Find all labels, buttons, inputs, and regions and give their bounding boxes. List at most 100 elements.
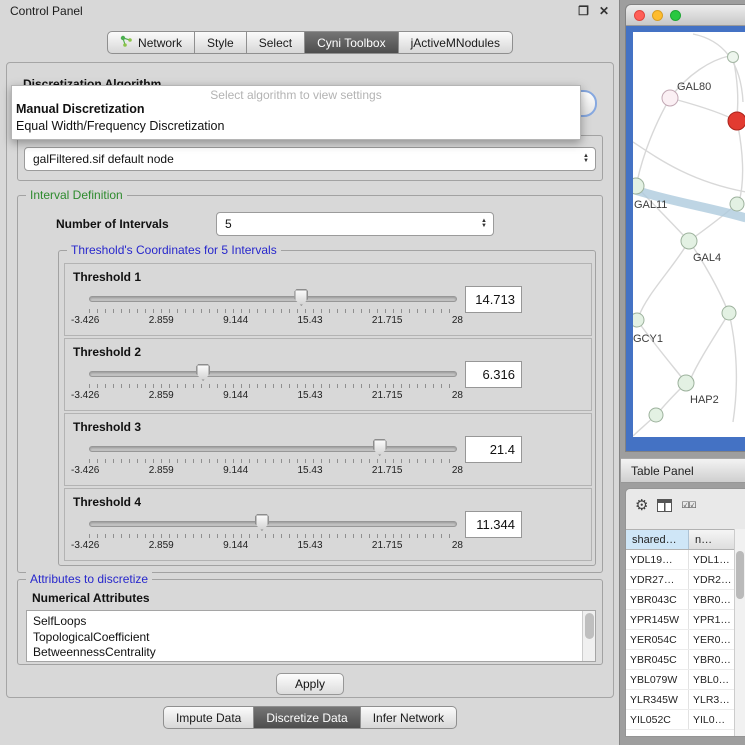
threshold-value-field[interactable]: 21.4: [465, 436, 522, 463]
close-window-icon[interactable]: ✕: [599, 4, 609, 18]
threshold-slider-3[interactable]: [89, 440, 457, 458]
cell[interactable]: YER0…: [689, 630, 734, 649]
cell[interactable]: YBR045C: [626, 650, 689, 669]
attribute-item[interactable]: SelfLoops: [33, 614, 595, 630]
slider-track[interactable]: [89, 521, 457, 527]
network-node[interactable]: [722, 306, 736, 320]
slider-scale: -3.426 2.859 9.144 15.43 21.715 28: [71, 390, 463, 401]
threshold-value-field[interactable]: 11.344: [465, 511, 522, 538]
node-label-gcy1: GCY1: [633, 333, 663, 345]
attributes-listbox[interactable]: SelfLoops TopologicalCoefficient Between…: [26, 610, 596, 662]
table-data-group: Table Data galFiltered.sif default node …: [17, 135, 603, 181]
cell[interactable]: YIL052C: [626, 710, 689, 729]
tab-style[interactable]: Style: [195, 31, 247, 54]
table-row[interactable]: YIL052C YIL0…: [626, 710, 734, 730]
tab-cyni-toolbox[interactable]: Cyni Toolbox: [305, 31, 398, 54]
tab-discretize-data[interactable]: Discretize Data: [254, 706, 360, 729]
cell[interactable]: YDR2…: [689, 570, 734, 589]
slider-thumb[interactable]: [196, 364, 210, 381]
table-data-value: galFiltered.sif default node: [25, 152, 583, 166]
algorithm-option-equal-width[interactable]: Equal Width/Frequency Discretization: [16, 119, 224, 133]
tab-infer-network[interactable]: Infer Network: [361, 706, 457, 729]
scrollbar-thumb[interactable]: [585, 613, 594, 639]
cell[interactable]: YBR0…: [689, 650, 734, 669]
gear-icon[interactable]: ⚙: [635, 496, 648, 514]
table-row[interactable]: YPR145W YPR1…: [626, 610, 734, 630]
table-row[interactable]: YDR27… YDR2…: [626, 570, 734, 590]
slider-thumb[interactable]: [294, 289, 308, 306]
attributes-scrollbar[interactable]: [582, 611, 595, 661]
mac-close-icon[interactable]: [634, 10, 645, 21]
slider-ticks: [89, 534, 457, 538]
tab-jactivemodules[interactable]: jActiveMNodules: [399, 31, 513, 54]
stepper-arrows-icon[interactable]: ▲▼: [481, 219, 487, 229]
network-node-gal11[interactable]: [633, 178, 644, 194]
network-node-gcy1[interactable]: [633, 313, 644, 327]
attributes-group: Attributes to discretize Numerical Attri…: [17, 579, 603, 665]
tab-network[interactable]: Network: [107, 31, 195, 54]
thresholds-group-title: Threshold's Coordinates for 5 Intervals: [67, 243, 281, 257]
network-node[interactable]: [730, 197, 744, 211]
scrollbar-thumb[interactable]: [736, 551, 744, 599]
slider-ticks: [89, 459, 457, 463]
cell[interactable]: YLR3…: [689, 690, 734, 709]
cell[interactable]: YLR345W: [626, 690, 689, 709]
slider-thumb[interactable]: [373, 439, 387, 456]
cell[interactable]: YDL1…: [689, 550, 734, 569]
slider-track[interactable]: [89, 446, 457, 452]
threshold-value-field[interactable]: 6.316: [465, 361, 522, 388]
table-row[interactable]: YER054C YER0…: [626, 630, 734, 650]
threshold-slider-4[interactable]: [89, 515, 457, 533]
interval-definition-title: Interval Definition: [26, 188, 127, 202]
cell[interactable]: YBR043C: [626, 590, 689, 609]
table-row[interactable]: YDL19… YDL1…: [626, 550, 734, 570]
cell[interactable]: YBL0…: [689, 670, 734, 689]
tab-impute-data[interactable]: Impute Data: [163, 706, 254, 729]
table-row[interactable]: YLR345W YLR3…: [626, 690, 734, 710]
scale-tick-label: 21.715: [372, 465, 403, 476]
slider-track[interactable]: [89, 296, 457, 302]
cell[interactable]: YIL0…: [689, 710, 734, 729]
stepper-arrows-icon[interactable]: ▲▼: [583, 154, 589, 164]
network-node-selected[interactable]: [728, 112, 745, 130]
network-canvas[interactable]: GAL80 GAL11 GAL4 GCY1 HAP2: [633, 32, 745, 437]
number-of-intervals-combobox[interactable]: 5 ▲▼: [216, 212, 494, 236]
table-row[interactable]: YBL079W YBL0…: [626, 670, 734, 690]
table-panel-title: Table Panel: [631, 464, 694, 478]
table-data-combobox[interactable]: galFiltered.sif default node ▲▼: [24, 147, 596, 171]
table-row[interactable]: YBR045C YBR0…: [626, 650, 734, 670]
threshold-value-field[interactable]: 14.713: [465, 286, 522, 313]
threshold-slider-1[interactable]: [89, 290, 457, 308]
network-node[interactable]: [649, 408, 663, 422]
tab-select[interactable]: Select: [247, 31, 305, 54]
algorithm-option-manual[interactable]: Manual Discretization: [16, 102, 145, 116]
slider-thumb[interactable]: [255, 514, 269, 531]
cell[interactable]: YPR1…: [689, 610, 734, 629]
table-panel-header[interactable]: Table Panel: [621, 458, 745, 483]
network-node-gal80[interactable]: [662, 90, 678, 106]
table-columns-icon[interactable]: [657, 499, 672, 512]
slider-track[interactable]: [89, 371, 457, 377]
threshold-slider-2[interactable]: [89, 365, 457, 383]
apply-button[interactable]: Apply: [276, 673, 344, 695]
checkbox-icons[interactable]: ☑☑: [681, 500, 695, 511]
network-node-hap2[interactable]: [678, 375, 694, 391]
cell[interactable]: YDL19…: [626, 550, 689, 569]
network-node-gal4[interactable]: [681, 233, 697, 249]
cell[interactable]: YBR0…: [689, 590, 734, 609]
table-row[interactable]: YBR043C YBR0…: [626, 590, 734, 610]
cell[interactable]: YDR27…: [626, 570, 689, 589]
cell[interactable]: YER054C: [626, 630, 689, 649]
threshold-label: Threshold 2: [73, 345, 141, 359]
table-scrollbar[interactable]: [734, 529, 745, 736]
cell[interactable]: YPR145W: [626, 610, 689, 629]
attribute-item[interactable]: TopologicalCoefficient: [33, 630, 595, 646]
column-header-shared[interactable]: shared…: [626, 530, 689, 549]
mac-zoom-icon[interactable]: [670, 10, 681, 21]
network-node[interactable]: [728, 52, 739, 63]
attribute-item[interactable]: BetweennessCentrality: [33, 645, 595, 661]
mac-minimize-icon[interactable]: [652, 10, 663, 21]
threshold-panel-3: Threshold 3 -3.426 2.859 9.144 15.43 21.…: [64, 413, 592, 486]
float-window-icon[interactable]: ❐: [578, 4, 589, 18]
cell[interactable]: YBL079W: [626, 670, 689, 689]
